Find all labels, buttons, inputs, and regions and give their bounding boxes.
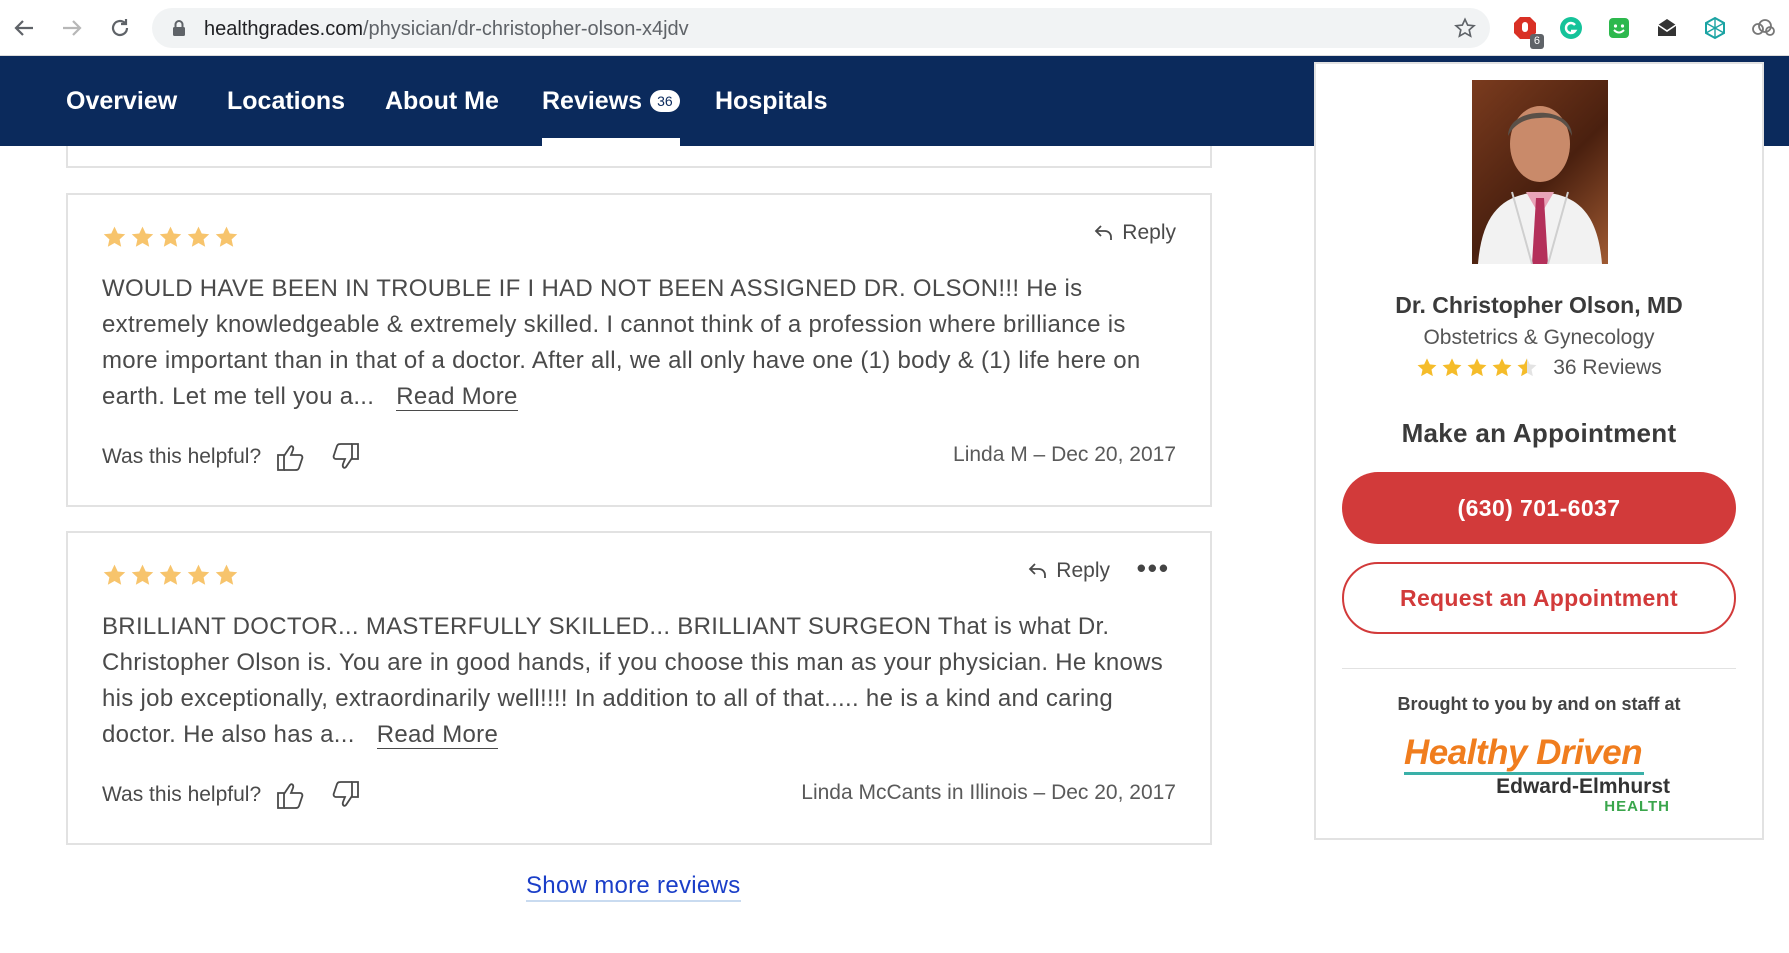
reply-label: Reply <box>1056 559 1110 582</box>
appointment-heading: Make an Appointment <box>1401 418 1677 448</box>
address-bar[interactable]: healthgrades.com/physician/dr-christophe… <box>152 8 1490 48</box>
doctor-rating: 36 Reviews <box>1316 356 1762 380</box>
star-icon <box>159 564 182 585</box>
extension-emoji-icon[interactable] <box>1604 13 1634 43</box>
half-star-icon <box>1517 358 1537 377</box>
star-icon <box>215 226 238 247</box>
extension-badge: 6 <box>1529 34 1544 49</box>
logo-healthy-driven: Healthy Driven <box>1404 733 1643 772</box>
star-icon <box>187 226 210 247</box>
call-phone-button[interactable]: (630) 701-6037 <box>1342 472 1736 544</box>
lock-icon <box>172 19 186 42</box>
helpful-label: Was this helpful? <box>102 445 262 468</box>
extension-adblock-icon[interactable]: 6 <box>1510 13 1544 49</box>
review-stars <box>102 563 239 588</box>
show-more-reviews-link[interactable]: Show more reviews <box>526 872 741 902</box>
doctor-photo <box>1472 80 1608 264</box>
star-icon <box>131 564 154 585</box>
request-appointment-button[interactable]: Request an Appointment <box>1342 562 1736 634</box>
reply-icon <box>1095 225 1113 240</box>
thumbs-up-icon[interactable] <box>275 441 307 473</box>
star-icon <box>1417 358 1437 377</box>
extension-grammarly-icon[interactable] <box>1556 13 1586 43</box>
logo-health: HEALTH <box>1604 798 1670 815</box>
url-text: healthgrades.com/physician/dr-christophe… <box>204 18 689 40</box>
star-icon <box>103 564 126 585</box>
forward-icon[interactable] <box>58 14 86 42</box>
previous-review-card <box>66 146 1212 168</box>
star-icon <box>1492 358 1512 377</box>
star-icon <box>131 226 154 247</box>
browser-toolbar: healthgrades.com/physician/dr-christophe… <box>0 0 1789 56</box>
extension-mail-icon[interactable] <box>1652 13 1682 43</box>
tab-hospitals[interactable]: Hospitals <box>715 56 828 146</box>
tab-locations[interactable]: Locations <box>227 56 345 146</box>
reviews-count: 36 Reviews <box>1553 356 1662 379</box>
thumbs-down-icon[interactable] <box>329 441 361 473</box>
read-more-link[interactable]: Read More <box>396 383 518 411</box>
star-icon <box>103 226 126 247</box>
helpful-feedback: Was this helpful? <box>102 441 361 473</box>
tab-overview[interactable]: Overview <box>66 56 177 146</box>
more-options-icon[interactable]: ••• <box>1137 553 1170 584</box>
logo-edward-elmhurst: Edward-Elmhurst <box>1496 775 1670 798</box>
review-card: Reply ••• BRILLIANT DOCTOR... MASTERFULL… <box>66 531 1212 845</box>
back-icon[interactable] <box>10 14 38 42</box>
reviews-count-badge: 36 <box>650 90 680 112</box>
reply-button[interactable]: Reply <box>1028 559 1110 583</box>
helpful-feedback: Was this helpful? <box>102 779 361 811</box>
review-byline: Linda M – Dec 20, 2017 <box>953 443 1176 466</box>
thumbs-up-icon[interactable] <box>275 779 307 811</box>
review-stars <box>102 225 239 250</box>
doctor-profile-card: Dr. Christopher Olson, MD Obstetrics & G… <box>1314 62 1764 840</box>
reload-icon[interactable] <box>106 14 134 42</box>
reply-label: Reply <box>1122 221 1176 244</box>
hospital-logo[interactable]: Healthy Driven Edward-Elmhurst HEALTH <box>1404 734 1684 815</box>
thumbs-down-icon[interactable] <box>329 779 361 811</box>
reply-icon <box>1029 563 1047 578</box>
review-byline: Linda McCants in Illinois – Dec 20, 2017 <box>801 781 1176 804</box>
review-body: WOULD HAVE BEEN IN TROUBLE IF I HAD NOT … <box>102 275 1141 410</box>
read-more-link[interactable]: Read More <box>376 721 499 749</box>
star-icon <box>159 226 182 247</box>
star-icon <box>187 564 210 585</box>
review-card: Reply WOULD HAVE BEEN IN TROUBLE IF I HA… <box>66 193 1212 507</box>
divider <box>1342 668 1736 669</box>
tab-reviews-label: Reviews <box>542 86 643 115</box>
review-body: BRILLIANT DOCTOR... MASTERFULLY SKILLED.… <box>102 613 1164 748</box>
helpful-label: Was this helpful? <box>102 783 262 806</box>
review-text: BRILLIANT DOCTOR... MASTERFULLY SKILLED.… <box>102 609 1182 753</box>
review-text: WOULD HAVE BEEN IN TROUBLE IF I HAD NOT … <box>102 271 1182 415</box>
sponsor-label: Brought to you by and on staff at <box>1397 694 1681 714</box>
doctor-name: Dr. Christopher Olson, MD <box>1395 292 1683 318</box>
doctor-specialty: Obstetrics & Gynecology <box>1423 326 1655 349</box>
extension-network-icon[interactable] <box>1700 13 1730 43</box>
star-icon <box>1442 358 1462 377</box>
bookmark-star-icon[interactable] <box>1454 17 1476 44</box>
star-icon <box>1467 358 1487 377</box>
extension-cloud-icon[interactable] <box>1748 13 1778 43</box>
tab-reviews[interactable]: Reviews 36 <box>542 56 680 146</box>
reply-button[interactable]: Reply <box>1094 221 1176 245</box>
star-icon <box>215 564 238 585</box>
tab-about-me[interactable]: About Me <box>385 56 499 146</box>
